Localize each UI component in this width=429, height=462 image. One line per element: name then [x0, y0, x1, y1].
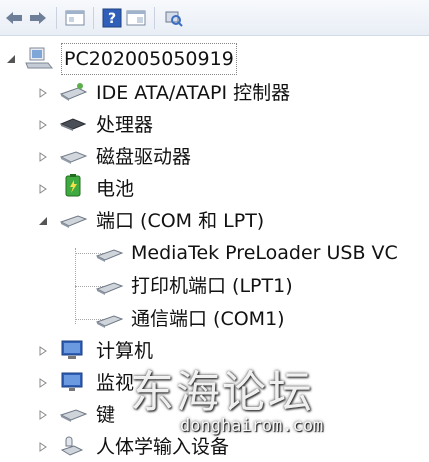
forward-arrow-icon — [30, 11, 46, 24]
ide-controller-icon — [59, 83, 88, 101]
toolbar-separator — [56, 6, 57, 29]
port-icon — [59, 215, 88, 228]
tree-root-label[interactable]: PC202005050919 — [61, 43, 237, 75]
tree-item-label[interactable]: 电池 — [96, 174, 134, 204]
tree-item-label[interactable]: 人体学输入设备 — [96, 432, 229, 462]
scan-hardware-button[interactable] — [161, 6, 185, 30]
tree-item-label[interactable]: 监视 — [96, 368, 134, 398]
back-button[interactable] — [2, 6, 26, 30]
properties-icon — [65, 10, 85, 25]
properties-button[interactable] — [63, 6, 87, 30]
help-button[interactable]: ? — [100, 6, 124, 30]
expand-icon[interactable] — [36, 182, 50, 196]
tree-child-label[interactable]: 打印机端口 (LPT1) — [131, 271, 293, 301]
console-tree-icon — [126, 10, 146, 25]
watermark-cn: 东海论坛 — [130, 367, 314, 418]
expand-icon[interactable] — [36, 118, 50, 132]
tree-item-label[interactable]: 处理器 — [96, 110, 153, 140]
help-icon: ? — [102, 8, 122, 27]
tree-item-label[interactable]: 磁盘驱动器 — [96, 142, 191, 172]
scan-hardware-icon — [165, 11, 183, 27]
tree-item-label[interactable]: 端口 (COM 和 LPT) — [96, 206, 264, 236]
svg-text:?: ? — [108, 11, 116, 27]
monitor-computer-icon — [61, 340, 83, 359]
expand-icon[interactable] — [36, 150, 50, 164]
monitor-icon — [61, 372, 83, 391]
processor-icon — [59, 118, 87, 131]
watermark: 东海论坛 donghairom.com — [130, 356, 323, 436]
forward-button[interactable] — [26, 6, 50, 30]
port-icon — [95, 249, 124, 262]
tree-child-label[interactable]: 通信端口 (COM1) — [131, 304, 285, 334]
console-tree-button[interactable] — [124, 6, 148, 30]
expand-icon[interactable] — [36, 86, 50, 100]
keyboard-icon — [59, 409, 88, 422]
tree-item-label[interactable]: IDE ATA/ATAPI 控制器 — [96, 78, 290, 108]
battery-icon — [65, 174, 81, 197]
expand-icon[interactable] — [36, 376, 50, 390]
collapse-icon[interactable] — [4, 52, 18, 66]
computer-icon — [25, 47, 54, 69]
toolbar-separator — [154, 6, 155, 29]
expand-icon[interactable] — [36, 344, 50, 358]
toolbar: ? — [0, 0, 429, 36]
tree-item-label[interactable]: 计算机 — [96, 336, 153, 366]
tree-item-label[interactable]: 键 — [96, 400, 115, 430]
port-icon — [95, 315, 124, 328]
port-icon — [95, 282, 124, 295]
hid-icon — [60, 436, 84, 456]
expand-icon[interactable] — [36, 440, 50, 454]
collapse-icon[interactable] — [36, 214, 50, 228]
back-arrow-icon — [6, 11, 22, 24]
toolbar-separator — [93, 6, 94, 29]
disk-drive-icon — [59, 151, 88, 164]
tree-child-label[interactable]: MediaTek PreLoader USB VC — [131, 238, 398, 268]
expand-icon[interactable] — [36, 408, 50, 422]
